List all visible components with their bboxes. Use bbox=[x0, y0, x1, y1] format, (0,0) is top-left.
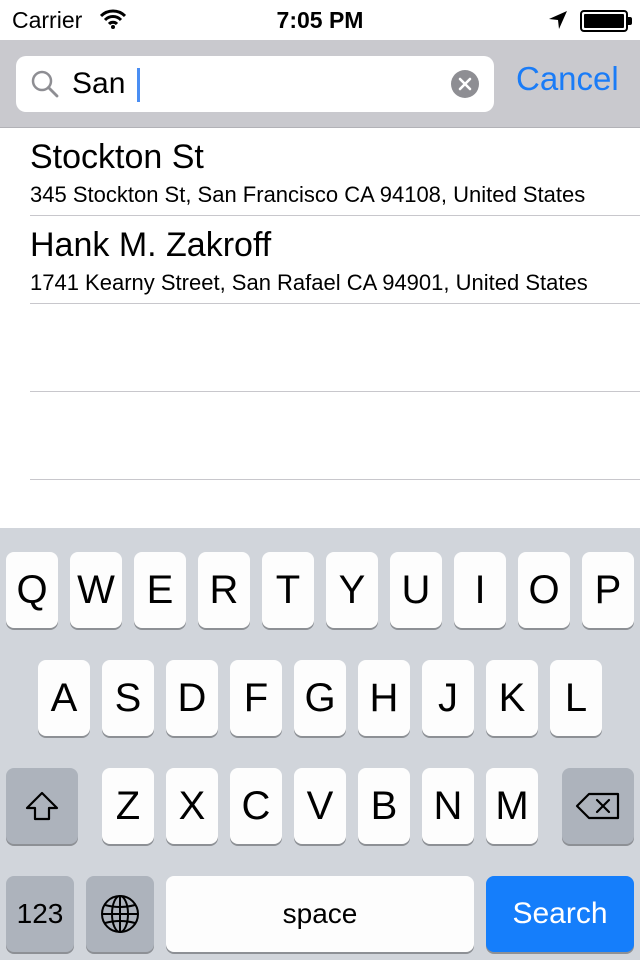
key-g[interactable]: G bbox=[294, 660, 346, 736]
keyboard: Q W E R T Y U I O P A S D F G H J K L Z … bbox=[0, 528, 640, 960]
search-bar: Cancel bbox=[0, 40, 640, 128]
result-row[interactable]: Stockton St 345 Stockton St, San Francis… bbox=[30, 128, 640, 216]
key-r[interactable]: R bbox=[198, 552, 250, 628]
key-o[interactable]: O bbox=[518, 552, 570, 628]
clear-x-icon bbox=[458, 77, 472, 91]
result-address: 345 Stockton St, San Francisco CA 94108,… bbox=[30, 182, 586, 207]
cancel-button[interactable]: Cancel bbox=[516, 60, 619, 98]
key-d[interactable]: D bbox=[166, 660, 218, 736]
key-b[interactable]: B bbox=[358, 768, 410, 844]
space-key[interactable]: space bbox=[166, 876, 474, 952]
key-a[interactable]: A bbox=[38, 660, 90, 736]
key-t[interactable]: T bbox=[262, 552, 314, 628]
clock: 7:05 PM bbox=[276, 7, 364, 33]
key-f[interactable]: F bbox=[230, 660, 282, 736]
key-m[interactable]: M bbox=[486, 768, 538, 844]
empty-row bbox=[30, 304, 640, 392]
text-cursor bbox=[137, 68, 140, 102]
location-arrow-icon bbox=[548, 10, 568, 35]
search-results-list: Stockton St 345 Stockton St, San Francis… bbox=[0, 128, 640, 528]
key-k[interactable]: K bbox=[486, 660, 538, 736]
shift-key[interactable] bbox=[6, 768, 78, 844]
numbers-key[interactable]: 123 bbox=[6, 876, 74, 952]
key-q[interactable]: Q bbox=[6, 552, 58, 628]
backspace-icon bbox=[575, 792, 620, 820]
globe-key[interactable] bbox=[86, 876, 154, 952]
shift-icon bbox=[25, 791, 59, 821]
search-input[interactable] bbox=[72, 56, 452, 112]
key-e[interactable]: E bbox=[134, 552, 186, 628]
key-h[interactable]: H bbox=[358, 660, 410, 736]
key-j[interactable]: J bbox=[422, 660, 474, 736]
key-c[interactable]: C bbox=[230, 768, 282, 844]
result-address: 1741 Kearny Street, San Rafael CA 94901,… bbox=[30, 270, 588, 295]
empty-row bbox=[30, 392, 640, 480]
search-field[interactable] bbox=[16, 56, 494, 112]
key-u[interactable]: U bbox=[390, 552, 442, 628]
key-n[interactable]: N bbox=[422, 768, 474, 844]
search-icon bbox=[30, 69, 60, 104]
delete-key[interactable] bbox=[562, 768, 634, 844]
key-p[interactable]: P bbox=[582, 552, 634, 628]
globe-icon bbox=[101, 895, 139, 933]
result-title: Stockton St bbox=[30, 138, 204, 176]
status-bar: Carrier 7:05 PM bbox=[0, 0, 640, 40]
search-key[interactable]: Search bbox=[486, 876, 634, 952]
key-s[interactable]: S bbox=[102, 660, 154, 736]
key-x[interactable]: X bbox=[166, 768, 218, 844]
key-w[interactable]: W bbox=[70, 552, 122, 628]
key-v[interactable]: V bbox=[294, 768, 346, 844]
key-l[interactable]: L bbox=[550, 660, 602, 736]
result-row[interactable]: Hank M. Zakroff 1741 Kearny Street, San … bbox=[30, 216, 640, 304]
key-z[interactable]: Z bbox=[102, 768, 154, 844]
battery-icon bbox=[580, 10, 632, 32]
key-i[interactable]: I bbox=[454, 552, 506, 628]
key-y[interactable]: Y bbox=[326, 552, 378, 628]
clear-text-button[interactable] bbox=[451, 70, 479, 98]
result-title: Hank M. Zakroff bbox=[30, 226, 272, 264]
